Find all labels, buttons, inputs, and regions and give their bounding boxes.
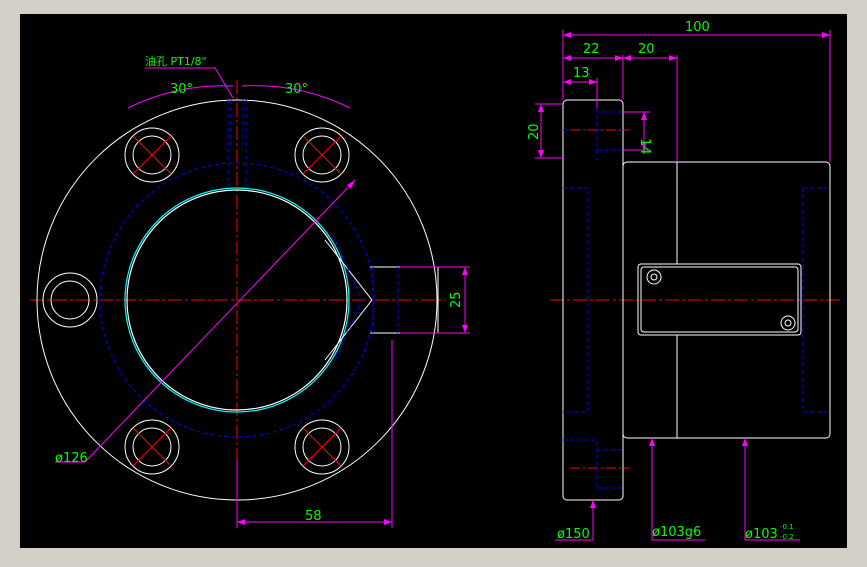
angle-right-label: 30° bbox=[285, 82, 308, 97]
dim-20-top-label: 20 bbox=[638, 42, 655, 57]
dim-22-label: 22 bbox=[583, 42, 600, 57]
dim-58-label: 58 bbox=[305, 509, 322, 524]
dim-20-left-label: 20 bbox=[527, 123, 542, 140]
dia-126-label: ø126 bbox=[55, 451, 88, 466]
cad-drawing: 油孔 PT1/8" 30° 30° ø126 25 58 100 22 20 1… bbox=[0, 0, 867, 562]
tol-lower-label: -0.2 bbox=[780, 533, 794, 541]
bolt-hole-bottom-left bbox=[124, 419, 180, 475]
dia-103g6-label: ø103g6 bbox=[652, 525, 701, 540]
dia-103-label: ø103 bbox=[745, 527, 778, 542]
dim-100-label: 100 bbox=[685, 20, 710, 35]
tol-upper-label: -0.1 bbox=[780, 523, 794, 531]
bolt-hole-top-left bbox=[124, 127, 180, 183]
angle-left-label: 30° bbox=[170, 82, 193, 97]
cad-drawing-window: 油孔 PT1/8" 30° 30° ø126 25 58 100 22 20 1… bbox=[0, 0, 867, 562]
dim-25-label: 25 bbox=[449, 291, 464, 308]
oil-hole-note: 油孔 PT1/8" bbox=[145, 54, 207, 68]
dim-13-label: 13 bbox=[573, 66, 590, 81]
dim-14-label: 14 bbox=[637, 138, 652, 155]
dia-150-label: ø150 bbox=[557, 527, 590, 542]
bolt-hole-bottom-right bbox=[294, 419, 350, 475]
drawing-canvas[interactable] bbox=[20, 14, 847, 548]
bolt-hole-top-right bbox=[294, 127, 350, 183]
